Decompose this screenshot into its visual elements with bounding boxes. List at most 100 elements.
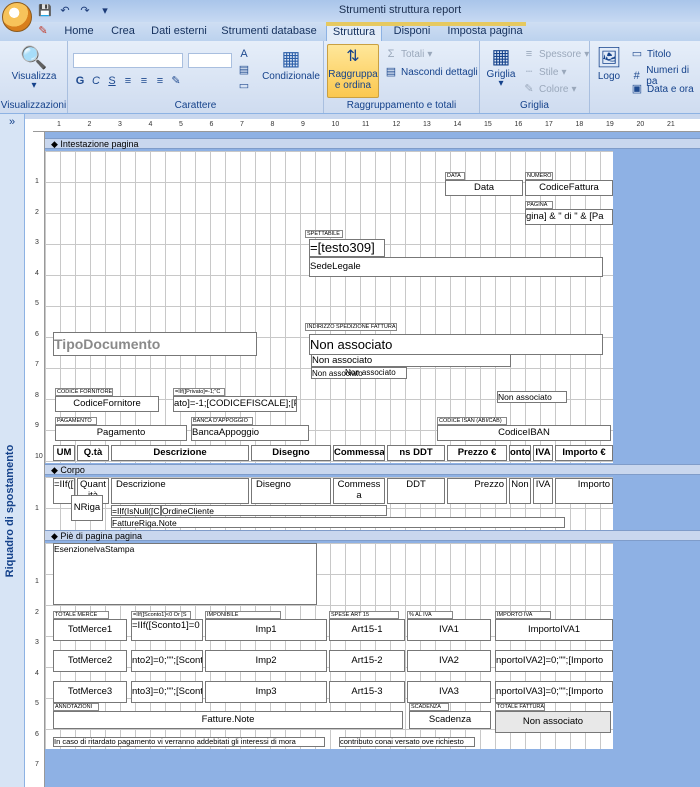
undo-icon[interactable]: ↶ <box>58 4 72 18</box>
bold-button[interactable]: G <box>73 74 87 88</box>
field-sconto-2[interactable]: nto2]=0;"";[Scont <box>131 650 203 672</box>
field-iban[interactable]: CodiceIBAN <box>437 425 611 441</box>
titolo-button[interactable]: ▭ Titolo <box>630 47 671 61</box>
field-importo-iva-3[interactable]: nportoIVA3]=0;"";[Importo <box>495 681 613 703</box>
field-imponibile-1[interactable]: Imp1 <box>205 619 327 641</box>
field-sconto-1[interactable]: =IIf([Sconto1]=0 <box>131 619 203 641</box>
field-sconto[interactable]: Non <box>509 478 531 504</box>
field-nriga[interactable]: NRiga <box>71 495 103 521</box>
label-iif-privato[interactable]: =IIf([Privato]=-1;"C <box>173 388 225 396</box>
nascondi-dettagli-button[interactable]: ▤ Nascondi dettagli <box>384 65 478 79</box>
tab-home[interactable]: Home <box>58 23 100 41</box>
field-totale-fattura[interactable]: Non associato <box>495 711 611 733</box>
section-header-pie-pagina[interactable]: ◆ Piè di pagina pagina <box>45 530 700 541</box>
field-imponibile-2[interactable]: Imp2 <box>205 650 327 672</box>
label-scadenza[interactable]: SCADENZA <box>409 703 449 711</box>
visualizza-button[interactable]: 🔍 Visualizza ▾ <box>8 45 60 91</box>
align-center-icon[interactable]: ≡ <box>137 74 151 88</box>
col-header-sconto[interactable]: onto <box>509 445 531 461</box>
field-descrizione[interactable]: Descrizione <box>111 478 249 504</box>
col-header-disegno[interactable]: Disegno <box>251 445 331 461</box>
griglia-button[interactable]: ▦ Griglia ▾ <box>484 45 518 89</box>
label-codice-fornitore[interactable]: CODICE FORNITORE <box>55 388 113 396</box>
label-importo-iva[interactable]: IMPORTO IVA <box>495 611 551 619</box>
label-pagamento[interactable]: PAGAMENTO <box>55 417 97 425</box>
align-right-icon[interactable]: ≡ <box>153 74 167 88</box>
field-testo309[interactable]: =[testo309] <box>309 239 385 257</box>
col-header-prezzo[interactable]: Prezzo € <box>447 445 507 461</box>
label-iban[interactable]: CODICE ISAN (ABI/CAB) <box>437 417 507 425</box>
label-spese-art15[interactable]: SPESE ART 15 <box>329 611 399 619</box>
condizionale-button[interactable]: ▦ Condizionale <box>260 47 322 82</box>
field-tot-merce-3[interactable]: TotMerce3 <box>53 681 127 703</box>
field-ddt[interactable]: DDT <box>387 478 445 504</box>
field-commessa[interactable]: Commess a <box>333 478 385 504</box>
field-importo-iva-2[interactable]: nportoIVA2]=0;"";[Importo <box>495 650 613 672</box>
field-iva[interactable]: IVA <box>533 478 553 504</box>
label-banca-appoggio[interactable]: BANCA D'APPOGGIO <box>191 417 253 425</box>
customize-qat-icon[interactable]: ▾ <box>98 4 112 18</box>
col-header-descrizione[interactable]: Descrizione <box>111 445 249 461</box>
label-iif-sconto[interactable]: =IIf([Sconto1]<0 Or [S <box>131 611 191 619</box>
text-ritardato-pagamento[interactable]: In caso di ritardato pagamento vi verran… <box>53 737 325 747</box>
field-art15-1[interactable]: Art15-1 <box>329 619 405 641</box>
field-iva-3[interactable]: IVA3 <box>407 681 491 703</box>
label-totale-fattura[interactable]: TOTALE FATTURA <box>495 703 545 711</box>
field-art15-3[interactable]: Art15-3 <box>329 681 405 703</box>
field-iva-2[interactable]: IVA2 <box>407 650 491 672</box>
label-pagina[interactable]: PAGINA <box>525 201 553 209</box>
tab-dati-esterni[interactable]: Dati esterni <box>148 23 210 41</box>
field-tot-merce-1[interactable]: TotMerce1 <box>53 619 127 641</box>
save-icon[interactable]: 💾 <box>38 4 52 18</box>
field-esenzione-iva[interactable]: EsenzioneIvaStampa <box>53 543 317 605</box>
field-data[interactable]: Data <box>445 180 523 196</box>
col-header-um[interactable]: UM <box>53 445 75 461</box>
field-art15-2[interactable]: Art15-2 <box>329 650 405 672</box>
field-pagina[interactable]: gina] & " di " & [Pa <box>525 209 613 225</box>
font-color-icon[interactable]: A <box>237 47 251 61</box>
font-size-select[interactable] <box>188 53 232 68</box>
border-color-icon[interactable]: ▭ <box>237 79 251 93</box>
label-totale-merce[interactable]: TOTALE MERCE <box>53 611 109 619</box>
field-numero[interactable]: CodiceFattura <box>525 180 613 196</box>
tab-crea[interactable]: Crea <box>104 23 142 41</box>
col-header-qta[interactable]: Q.tà <box>77 445 109 461</box>
field-banca-appoggio[interactable]: BancaAppoggio <box>191 425 309 441</box>
colore-button[interactable]: ✎ Colore ▾ <box>522 82 576 96</box>
field-iva-1[interactable]: IVA1 <box>407 619 491 641</box>
underline-button[interactable]: S <box>105 74 119 88</box>
raggruppa-ordina-button[interactable]: ⇅ Raggruppa e ordina <box>327 44 379 98</box>
format-painter-icon[interactable]: ✎ <box>169 74 183 88</box>
field-indirizzo-2[interactable]: Non associato <box>311 354 511 367</box>
label-spettabile[interactable]: SPETTABILE <box>305 230 343 238</box>
field-sconto-3[interactable]: nto3]=0;"";[Scont <box>131 681 203 703</box>
logo-button[interactable]: 🖼 Logo <box>594 45 624 82</box>
label-imponibile[interactable]: IMPONIBILE <box>205 611 281 619</box>
spessore-button[interactable]: ≡ Spessore ▾ <box>522 47 590 61</box>
field-non-associato-right[interactable]: Non associato <box>497 391 567 403</box>
tab-strumenti-database[interactable]: Strumenti database <box>220 23 318 41</box>
expand-nav-pane-button[interactable]: » <box>2 116 22 130</box>
label-numero[interactable]: NUMERO <box>525 172 553 180</box>
text-contributo-conai[interactable]: contributo conai versato ove richiesto <box>339 737 475 747</box>
data-ora-button[interactable]: ▣ Data e ora <box>630 82 694 96</box>
label-annotazioni[interactable]: ANNOTAZIONI <box>53 703 99 711</box>
label-aliquota-iva[interactable]: % AL IVA <box>407 611 453 619</box>
align-left-icon[interactable]: ≡ <box>121 74 135 88</box>
section-header-corpo[interactable]: ◆ Corpo <box>45 464 700 475</box>
redo-icon[interactable]: ↷ <box>78 4 92 18</box>
font-name-select[interactable] <box>73 53 183 68</box>
field-fatture-note[interactable]: Fatture.Note <box>53 711 403 729</box>
field-importo-iva-1[interactable]: ImportoIVA1 <box>495 619 613 641</box>
section-header-intestazione[interactable]: ◆ Intestazione pagina <box>45 138 700 149</box>
office-button[interactable] <box>2 2 32 32</box>
field-indirizzo-1[interactable]: Non associato <box>309 334 603 355</box>
field-pagamento[interactable]: Pagamento <box>55 425 187 441</box>
label-data[interactable]: DATA <box>445 172 465 180</box>
col-header-iva[interactable]: IVA <box>533 445 553 461</box>
field-tot-merce-2[interactable]: TotMerce2 <box>53 650 127 672</box>
field-prezzo[interactable]: Prezzo <box>447 478 507 504</box>
stile-button[interactable]: ┄ Stile ▾ <box>522 65 567 79</box>
field-imponibile-3[interactable]: Imp3 <box>205 681 327 703</box>
field-ordine-cliente[interactable]: OrdineCliente <box>161 505 387 516</box>
